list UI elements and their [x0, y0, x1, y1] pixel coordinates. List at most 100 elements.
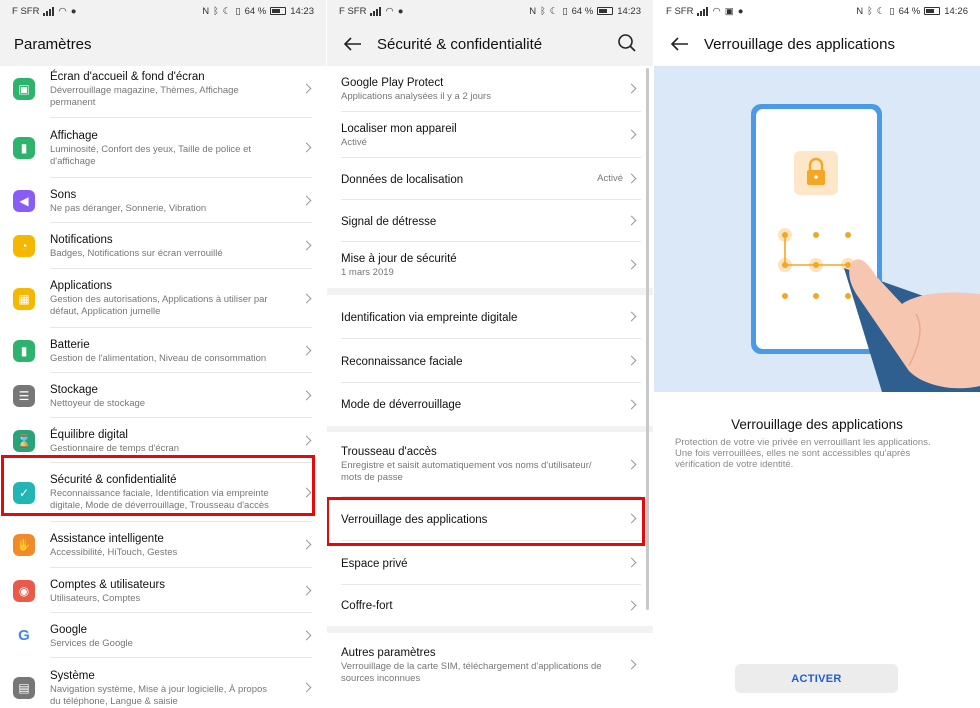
description-line: vérification de votre identité. — [675, 459, 794, 470]
feature-description: Protection de votre vie privée en verrou… — [675, 437, 959, 470]
highlight-box — [327, 497, 645, 546]
search-icon[interactable] — [617, 33, 639, 55]
moon-icon: ☾ — [549, 5, 559, 17]
security-item[interactable]: Mise à jour de sécurité 1 mars 2019 — [327, 242, 653, 288]
chevron-right-icon — [626, 259, 637, 270]
chevron-right-icon — [626, 459, 637, 469]
subtitle-line: sources inconnues — [341, 672, 421, 684]
settings-item-title: Équilibre digital — [50, 428, 128, 441]
scrollbar[interactable] — [646, 68, 649, 610]
settings-item[interactable]: ✋ Assistance intelligente Accessibilité, H… — [0, 522, 326, 568]
subtitle-line: Gestionnaire de temps d'écran — [50, 442, 180, 454]
security-item[interactable]: Signal de détresse — [327, 200, 653, 242]
settings-item[interactable]: ▦ Applications Gestion des autorisations, … — [0, 269, 326, 328]
security-item[interactable]: Espace privé — [327, 541, 653, 585]
settings-list: ▣ Écran d'accueil & fond d'écran Déverroui… — [0, 66, 326, 708]
back-arrow-icon[interactable] — [341, 32, 365, 56]
storage-icon: ☰ — [13, 384, 35, 407]
security-item[interactable]: Reconnaissance faciale — [327, 339, 653, 383]
settings-item-subtitle: Ne pas déranger, Sonnerie, Vibration — [50, 203, 296, 215]
hand-icon: ✋ — [13, 534, 35, 556]
security-item[interactable]: Identification via empreinte digitale — [327, 295, 653, 339]
settings-group: Autres paramètres Verrouillage de la cart… — [327, 633, 653, 708]
carrier-label: F SFR — [12, 5, 40, 17]
security-item-text: Espace privé — [341, 557, 613, 571]
settings-item-text: Comptes & utilisateurs Utilisateurs, Comp… — [50, 578, 296, 605]
settings-item[interactable]: ☰ Stockage Nettoyeur de stockage — [0, 373, 326, 418]
notification-icon: ● — [70, 5, 77, 17]
chevron-right-icon — [626, 83, 637, 94]
settings-item[interactable]: ◉ Comptes & utilisateurs Utilisateurs, Com… — [0, 568, 326, 613]
nfc-icon: N — [202, 5, 210, 17]
settings-item-subtitle: Déverrouillage magazine, Thèmes, Afficha… — [50, 85, 296, 109]
back-arrow-icon[interactable] — [668, 32, 692, 56]
image-notification-icon: ▣ — [724, 5, 734, 17]
settings-item[interactable]: ▮ Batterie Gestion de l'alimentation, Nive… — [0, 328, 326, 373]
moon-icon: ☾ — [222, 5, 232, 17]
bell-icon: ◔ — [13, 235, 35, 257]
chevron-right-icon — [301, 539, 312, 550]
security-item[interactable]: Localiser mon appareil Activé — [327, 112, 653, 158]
vibrate-icon: ▯ — [562, 5, 568, 17]
security-item[interactable]: Autres paramètres Verrouillage de la cart… — [327, 633, 653, 697]
chevron-right-icon — [301, 293, 312, 303]
chevron-right-icon — [626, 659, 637, 670]
settings-item[interactable]: ◀ Sons Ne pas déranger, Sonnerie, Vibratio… — [0, 178, 326, 223]
subtitle-line: Services de Google — [50, 637, 133, 649]
security-item-text: Localiser mon appareil Activé — [341, 122, 613, 149]
speaker-icon: ◀ — [13, 189, 35, 212]
status-bar: F SFR ◠ ● N ᛒ ☾ ▯ 64 % 14:23 — [327, 0, 653, 22]
security-item-title: Données de localisation — [341, 173, 464, 186]
security-item[interactable]: Mode de déverrouillage — [327, 383, 653, 426]
security-item[interactable]: Trousseau d'accès Enregistre et saisit au… — [327, 432, 653, 497]
subtitle-line: Activé — [341, 137, 367, 148]
system-icon: ▤ — [13, 677, 35, 699]
signal-icon — [43, 6, 55, 16]
settings-item-subtitle: Badges, Notifications sur écran verrouil… — [50, 248, 296, 260]
nfc-icon: N — [529, 5, 537, 17]
wifi-icon: ◠ — [58, 5, 67, 17]
activate-button[interactable]: ACTIVER — [735, 664, 898, 693]
settings-item-title: Google — [50, 623, 88, 636]
security-item-title: Google Play Protect — [341, 77, 444, 89]
settings-item-title: Applications — [50, 280, 113, 292]
chevron-right-icon — [301, 682, 312, 693]
chevron-right-icon — [626, 173, 637, 184]
settings-item[interactable]: ▤ Système Navigation système, Mise à jour … — [0, 658, 326, 708]
bluetooth-icon: ᛒ — [540, 5, 546, 17]
settings-item-text: Écran d'accueil & fond d'écran Déverrouil… — [50, 70, 296, 109]
settings-item-title: Batterie — [50, 338, 90, 351]
security-item[interactable]: Google Play Protect Applications analysée… — [327, 66, 653, 112]
subtitle-line: Gestion des autorisations, Applications … — [50, 294, 268, 305]
security-item-subtitle: Activé — [341, 137, 613, 149]
security-item-title: Localiser mon appareil — [341, 123, 457, 135]
security-item-subtitle: Verrouillage de la carte SIM, télécharge… — [341, 661, 613, 685]
subtitle-line: Luminosité, Confort des yeux, Taille de … — [50, 143, 252, 155]
page-title: Verrouillage des applications — [704, 35, 895, 53]
security-item-text: Trousseau d'accès Enregistre et saisit au… — [341, 445, 613, 484]
settings-item-title: Comptes & utilisateurs — [50, 578, 166, 591]
phone-pattern-illustration — [751, 104, 980, 392]
settings-item[interactable]: ◔ Notifications Badges, Notifications sur … — [0, 223, 326, 269]
settings-item-text: Stockage Nettoyeur de stockage — [50, 383, 296, 410]
settings-item[interactable]: G Google Services de Google — [0, 613, 326, 658]
chevron-right-icon — [626, 311, 637, 322]
vibrate-icon: ▯ — [889, 5, 895, 17]
app-lock-illustration — [654, 66, 980, 392]
image-icon: ▣ — [13, 78, 35, 100]
security-item[interactable]: Données de localisation Activé — [327, 158, 653, 200]
settings-item[interactable]: ▮ Affichage Luminosité, Confort des yeux, … — [0, 118, 326, 178]
security-item-text: Autres paramètres Verrouillage de la cart… — [341, 646, 613, 685]
settings-item-text: Applications Gestion des autorisations, A… — [50, 279, 296, 318]
settings-item-subtitle: Accessibilité, HiTouch, Gestes — [50, 547, 296, 559]
chevron-right-icon — [626, 215, 637, 226]
settings-item-title: Stockage — [50, 383, 98, 396]
settings-item[interactable]: ▣ Écran d'accueil & fond d'écran Déverroui… — [0, 60, 326, 118]
settings-item-subtitle: Services de Google — [50, 638, 296, 650]
notification-icon: ● — [397, 5, 404, 17]
battery-icon — [924, 7, 941, 15]
app-bar: Sécurité & confidentialité — [327, 22, 653, 66]
security-item[interactable]: Coffre-fort — [327, 585, 653, 626]
subtitle-line: 1 mars 2019 — [341, 267, 394, 278]
subtitle-line: Ne pas déranger, Sonnerie, Vibration — [50, 202, 207, 214]
